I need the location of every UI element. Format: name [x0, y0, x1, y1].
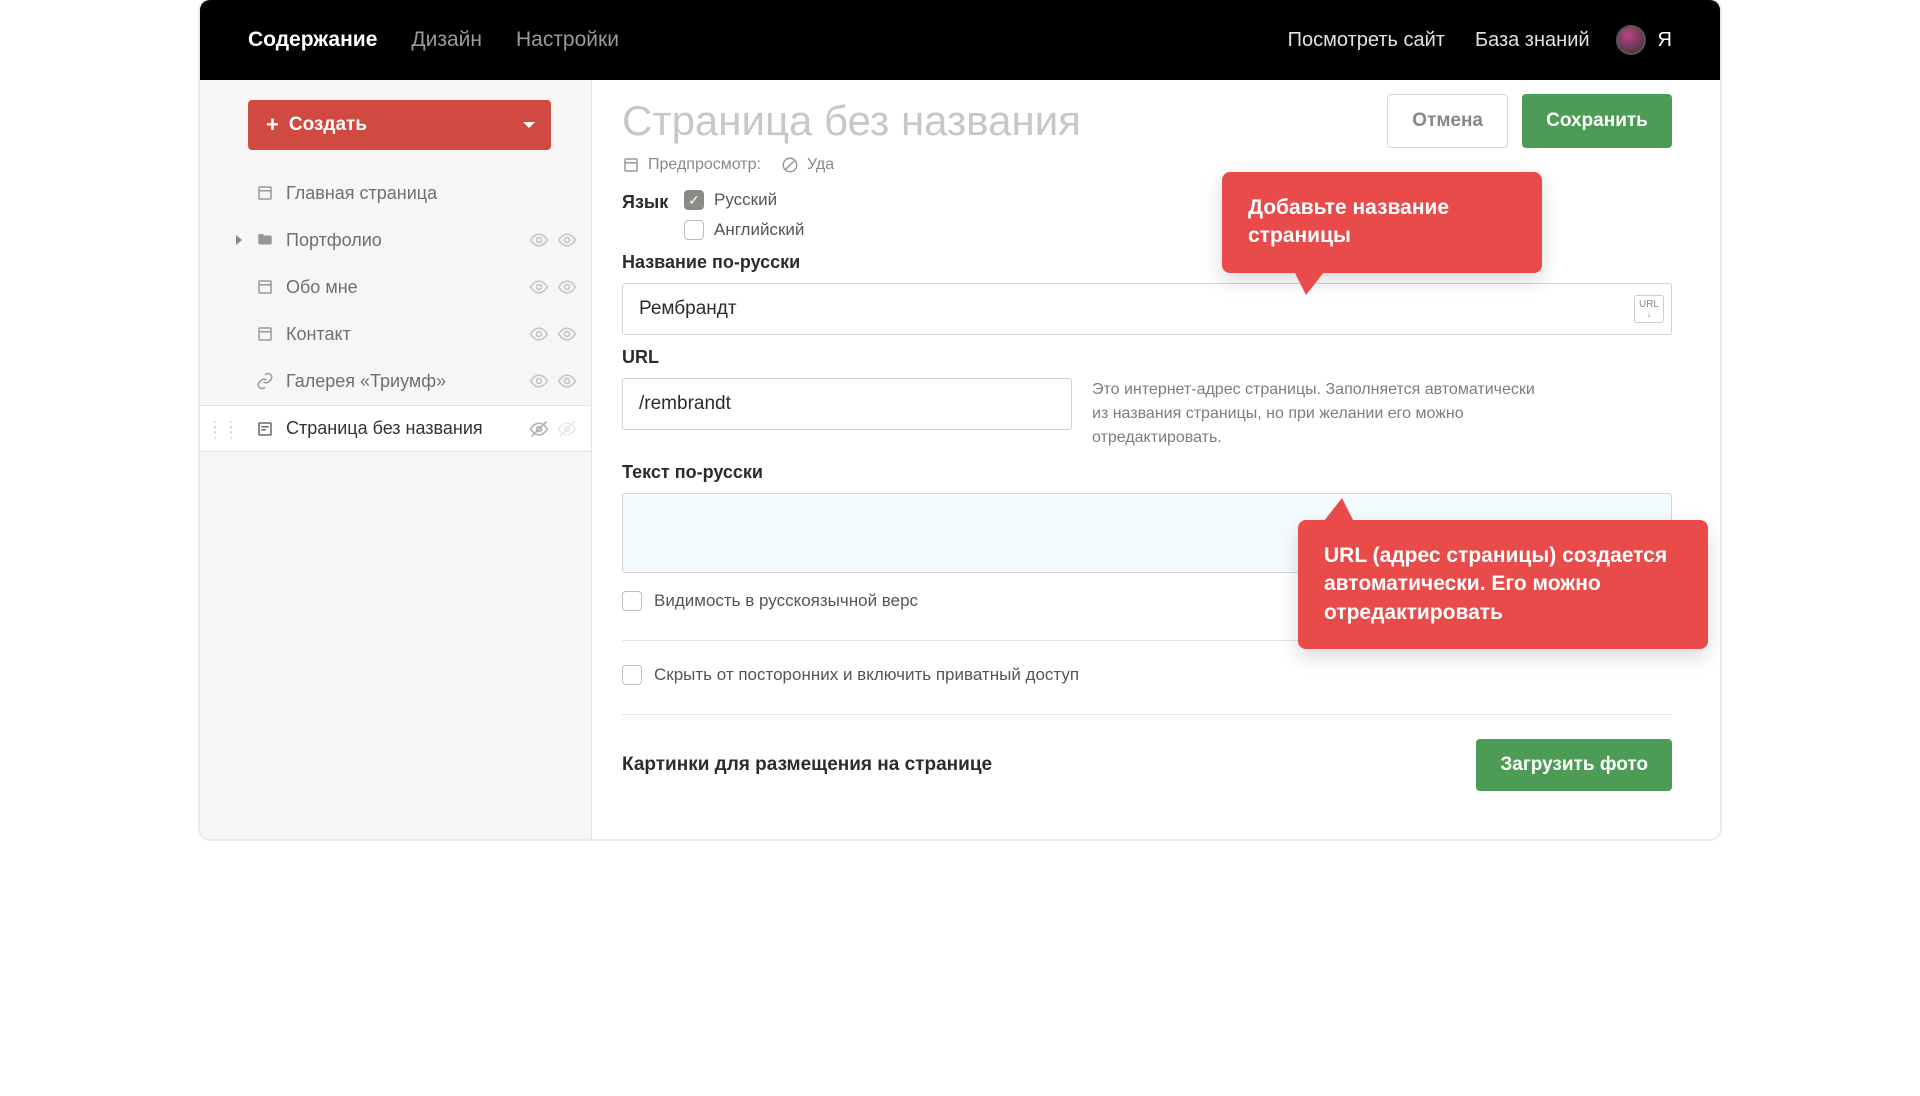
header-row: Страница без названия Отмена Сохранить — [622, 94, 1672, 148]
upload-row: Картинки для размещения на странице Загр… — [622, 739, 1672, 791]
sidebar-item-untitled[interactable]: ⋮⋮⋮⋮ Страница без названия — [200, 405, 591, 452]
visibility-icons[interactable] — [529, 277, 577, 297]
sidebar-item-portfolio[interactable]: Портфолио — [200, 217, 591, 264]
private-label: Скрыть от посторонних и включить приватн… — [654, 665, 1079, 685]
generate-url-button[interactable]: URL ↓ — [1634, 295, 1664, 323]
sidebar-item-label: Контакт — [286, 324, 529, 345]
save-button[interactable]: Сохранить — [1522, 94, 1672, 148]
sidebar-item-label: Страница без названия — [286, 418, 529, 439]
tooltip-arrow-icon — [1292, 267, 1328, 295]
arrow-down-icon: ↓ — [1647, 310, 1652, 319]
url-help-text: Это интернет-адрес страницы. Заполняется… — [1092, 378, 1552, 450]
textpage-icon — [256, 420, 274, 438]
disable-icon — [781, 156, 799, 174]
main-content: Страница без названия Отмена Сохранить П… — [592, 80, 1720, 839]
avatar[interactable] — [1616, 25, 1646, 55]
create-label: Создать — [289, 114, 367, 136]
drag-handle-icon[interactable]: ⋮⋮⋮⋮ — [208, 423, 240, 435]
sidebar-item-label: Главная страница — [286, 183, 577, 204]
visibility-icons[interactable] — [529, 419, 577, 439]
url-section-label: URL — [622, 347, 1672, 368]
link-view-site[interactable]: Посмотреть сайт — [1288, 29, 1445, 52]
checkbox-icon — [622, 591, 642, 611]
sidebar-item-label: Обо мне — [286, 277, 529, 298]
chevron-right-icon — [236, 235, 242, 245]
disable-label: Уда — [807, 156, 834, 174]
tooltip-text: Добавьте название страницы — [1248, 196, 1449, 247]
lang-ru-label: Русский — [714, 190, 777, 210]
body: + Создать Главная страница Портфолио О — [200, 80, 1720, 839]
app-window: Содержание Дизайн Настройки Посмотреть с… — [200, 0, 1720, 839]
chevron-down-icon — [523, 122, 535, 128]
name-input[interactable] — [622, 283, 1672, 335]
tooltip-url: URL (адрес страницы) создается автоматич… — [1298, 520, 1708, 649]
name-input-wrap: URL ↓ — [622, 283, 1672, 335]
visibility-icons[interactable] — [529, 230, 577, 250]
nav-design[interactable]: Дизайн — [411, 28, 482, 52]
preview-label: Предпросмотр: — [648, 156, 761, 174]
visibility-label: Видимость в русскоязычной верс — [654, 591, 918, 611]
sidebar-item-label: Галерея «Триумф» — [286, 371, 529, 392]
tooltip-arrow-icon — [1320, 498, 1356, 526]
lang-en-checkbox[interactable]: Английский — [684, 220, 804, 240]
sidebar-item-contact[interactable]: Контакт — [200, 311, 591, 358]
sidebar: + Создать Главная страница Портфолио О — [200, 80, 592, 839]
language-label: Язык — [622, 190, 684, 213]
visibility-icons[interactable] — [529, 371, 577, 391]
lang-ru-checkbox[interactable]: ✓ Русский — [684, 190, 804, 210]
lang-en-label: Английский — [714, 220, 804, 240]
cancel-button[interactable]: Отмена — [1387, 94, 1508, 148]
page-icon — [256, 184, 274, 202]
link-icon — [256, 372, 274, 390]
tooltip-title: Добавьте название страницы — [1222, 172, 1542, 273]
preview-icon — [622, 156, 640, 174]
upload-button[interactable]: Загрузить фото — [1476, 739, 1672, 791]
plus-icon: + — [266, 112, 279, 138]
checkbox-icon — [622, 665, 642, 685]
visibility-checkbox[interactable]: Видимость в русскоязычной верс — [622, 591, 918, 611]
visibility-icons[interactable] — [529, 324, 577, 344]
private-checkbox[interactable]: Скрыть от посторонних и включить приватн… — [622, 665, 1079, 685]
page-title: Страница без названия — [622, 97, 1387, 145]
page-icon — [256, 325, 274, 343]
folder-icon — [256, 231, 274, 249]
checkbox-checked-icon: ✓ — [684, 190, 704, 210]
sidebar-item-about[interactable]: Обо мне — [200, 264, 591, 311]
topbar: Содержание Дизайн Настройки Посмотреть с… — [200, 0, 1720, 80]
nav-content[interactable]: Содержание — [248, 28, 377, 52]
checkbox-icon — [684, 220, 704, 240]
images-title: Картинки для размещения на странице — [622, 754, 992, 776]
sidebar-item-gallery[interactable]: Галерея «Триумф» — [200, 358, 591, 405]
preview-link[interactable]: Предпросмотр: — [622, 156, 761, 174]
disable-link[interactable]: Уда — [781, 156, 834, 174]
separator — [622, 714, 1672, 715]
user-initial[interactable]: Я — [1658, 29, 1672, 52]
sidebar-list: Главная страница Портфолио Обо мне Конта… — [200, 170, 591, 452]
create-button[interactable]: + Создать — [248, 100, 551, 150]
text-label: Текст по-русски — [622, 462, 1672, 483]
language-group: ✓ Русский Английский — [684, 190, 804, 240]
sidebar-item-home[interactable]: Главная страница — [200, 170, 591, 217]
sidebar-item-label: Портфолио — [286, 230, 529, 251]
tooltip-text: URL (адрес страницы) создается автоматич… — [1324, 544, 1667, 624]
url-input[interactable] — [622, 378, 1072, 430]
nav-settings[interactable]: Настройки — [516, 28, 619, 52]
url-row: Это интернет-адрес страницы. Заполняется… — [622, 378, 1672, 450]
link-knowledge-base[interactable]: База знаний — [1475, 29, 1590, 52]
page-icon — [256, 278, 274, 296]
